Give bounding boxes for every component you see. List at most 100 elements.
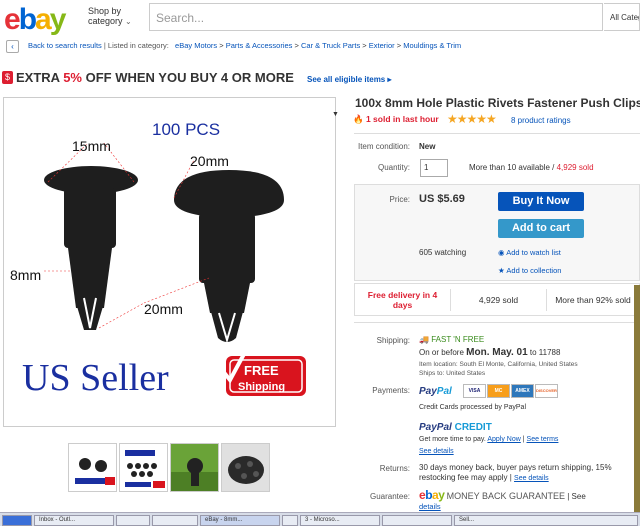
logo-letter-b: b [18, 3, 37, 36]
guarantee-label: Guarantee: [369, 492, 410, 501]
truck-icon: 🚚 [419, 335, 429, 344]
see-eligible-items-link[interactable]: See all eligible items ▸ [307, 75, 392, 84]
back-to-search-link[interactable]: Back to search results [28, 41, 102, 50]
breadcrumb-separator: > [362, 41, 367, 50]
shop-by-category-button[interactable]: Shop by category ⌄ [88, 6, 132, 27]
arrow-right-icon: ▸ [387, 75, 392, 84]
paypal-credit-part1: PayPal [419, 422, 452, 433]
delivery-date-value: Mon. May. 01 [466, 347, 528, 358]
breadcrumb-item-car-truck[interactable]: Car & Truck Parts [301, 41, 360, 50]
taskbar-item[interactable] [116, 515, 150, 526]
paypal-credit-part2: CREDIT [451, 422, 492, 433]
ebay-mini-logo: ebay [419, 488, 445, 502]
watching-count: 605 watching [419, 248, 467, 257]
guarantee-details-link[interactable]: details [419, 502, 441, 511]
free-badge-line2: Shipping [238, 381, 285, 393]
add-to-collection-link[interactable]: ★ Add to collection [498, 266, 561, 275]
thumbnail-1[interactable] [68, 443, 117, 492]
main-product-image[interactable]: 100 PCS 15mm 20mm 8mm 20mm US Seller FRE… [3, 97, 336, 427]
adjacent-window-edge [634, 285, 640, 515]
quantity-input[interactable]: 1 [420, 159, 448, 177]
percent-sold: More than 92% sold [555, 294, 631, 305]
returns-policy: 30 days money back, buyer pays return sh… [419, 463, 612, 482]
taskbar-item[interactable] [152, 515, 198, 526]
returns-see-details-link[interactable]: See details [514, 475, 549, 482]
guarantee-see: | See [567, 492, 586, 501]
condition-label: Item condition: [357, 142, 410, 151]
add-watch-text: Add to watch list [506, 248, 561, 257]
taskbar-item-active[interactable]: eBay - 8mm... [200, 515, 280, 526]
thumbnail-2[interactable] [119, 443, 168, 492]
get-more-time-text: Get more time to pay. [419, 436, 488, 443]
thumbnail-image [120, 444, 167, 491]
dimension-label: 15mm [72, 138, 111, 154]
sold-last-hour-text: 1 sold in last hour [365, 114, 439, 124]
thumbnail-4[interactable] [221, 443, 270, 492]
fast-n-free-text: FAST 'N FREE [431, 335, 485, 344]
paypal-credit-logo: PayPal CREDIT [419, 422, 492, 433]
see-terms-link[interactable]: See terms [527, 436, 559, 443]
payments-see-details-link[interactable]: See details [419, 448, 454, 455]
returns-label: Returns: [379, 464, 410, 473]
availability-text: More than 10 available / [469, 163, 557, 172]
breadcrumb-item-ebay-motors[interactable]: eBay Motors [175, 41, 217, 50]
money-back-guarantee[interactable]: ebay MONEY BACK GUARANTEE | See [419, 488, 586, 502]
back-arrow-icon[interactable]: ‹ [6, 40, 19, 53]
delivery-date: On or before Mon. May. 01 to 11788 [419, 347, 560, 358]
promo-prefix: EXTRA [16, 70, 64, 85]
site-header: ebay Shop by category ⌄ Search... All Ca… [0, 0, 640, 36]
promo-suffix: OFF WHEN YOU BUY 4 OR MORE [82, 70, 294, 85]
taskbar-item[interactable] [282, 515, 298, 526]
breadcrumb-item-exterior[interactable]: Exterior [369, 41, 395, 50]
product-ratings-link[interactable]: 8 product ratings [511, 116, 571, 125]
breadcrumb-separator: > [219, 41, 224, 50]
category-label: category [88, 16, 123, 26]
fast-n-free: 🚚 FAST 'N FREE [419, 335, 484, 344]
listing-title: 100x 8mm Hole Plastic Rivets Fastener Pu… [355, 96, 640, 110]
dimension-label: 20mm [190, 153, 229, 169]
thumbnail-3[interactable] [170, 443, 219, 492]
item-location: Item location: South El Monte, Californi… [419, 361, 578, 368]
apply-now-link[interactable]: Apply Now [487, 436, 520, 443]
sold-count[interactable]: 4,929 sold [557, 163, 594, 172]
taskbar-item[interactable]: Sell... [454, 515, 638, 526]
count-label: 100 PCS [152, 120, 220, 139]
add-to-watchlist-link[interactable]: ◉ Add to watch list [498, 248, 561, 257]
logo-letter-e: e [4, 3, 21, 36]
delivery-summary: Free delivery in 4 days 4,929 sold More … [354, 283, 640, 316]
visa-icon: VISA [463, 384, 486, 398]
search-input[interactable]: Search... [149, 3, 603, 31]
ships-to: Ships to: United States [419, 370, 486, 377]
ebay-logo[interactable]: ebay [4, 3, 66, 37]
promo-link-text: See all eligible items [307, 75, 386, 84]
promo-percent: 5% [63, 70, 82, 85]
thumbnail-image [171, 444, 218, 491]
taskbar-item[interactable]: 3 - Microso... [300, 515, 380, 526]
star-rating[interactable]: ★★★★★ [447, 112, 497, 126]
free-delivery-text: Free delivery in 4 days [367, 289, 438, 310]
free-badge-line1: FREE [244, 363, 279, 378]
paypal-logo-part2: Pal [436, 386, 452, 397]
divider [354, 133, 640, 134]
taskbar-item[interactable] [382, 515, 452, 526]
breadcrumb-item-mouldings[interactable]: Mouldings & Trim [403, 41, 461, 50]
category-select[interactable]: All Categ [604, 3, 640, 31]
dollar-tag-icon: $ [2, 71, 13, 84]
add-to-cart-button[interactable]: Add to cart [498, 219, 584, 238]
paypal-logo-part1: Pay [419, 386, 437, 397]
eye-icon: ◉ [498, 248, 505, 257]
delivery-zip: to 11788 [527, 348, 561, 357]
start-button[interactable] [2, 515, 32, 526]
taskbar-item[interactable]: Inbox - Outl... [34, 515, 114, 526]
card-logos: VISA MC AMEX DISCOVER [463, 384, 563, 400]
product-photo: 100 PCS 15mm 20mm 8mm 20mm US Seller FRE… [4, 98, 335, 426]
thumbnail-image [69, 444, 116, 491]
breadcrumb-separator: > [396, 41, 402, 50]
breadcrumb-item-parts[interactable]: Parts & Accessories [226, 41, 293, 50]
price-value: US $5.69 [419, 193, 465, 205]
buy-it-now-button[interactable]: Buy It Now [498, 192, 584, 211]
image-menu-caret-icon[interactable]: ▼ [332, 111, 339, 118]
flame-icon: 🔥 [353, 114, 364, 124]
mini-logo-b: b [425, 488, 433, 502]
us-seller-text: US Seller [22, 357, 169, 399]
